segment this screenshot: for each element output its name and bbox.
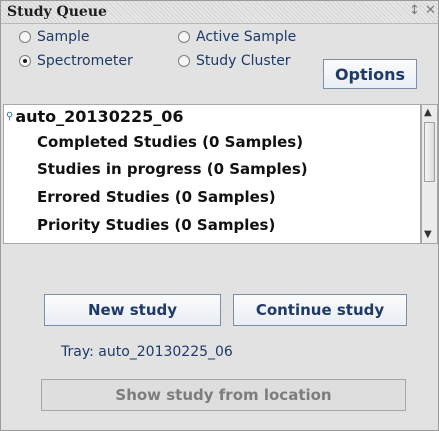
radio-active-sample-button[interactable] (178, 31, 190, 43)
close-icon[interactable]: ✕ (425, 3, 436, 18)
radio-spectrometer-label: Spectrometer (37, 53, 133, 69)
show-study-from-location-button[interactable]: Show study from location (41, 379, 406, 411)
radio-active-sample-label: Active Sample (196, 29, 297, 45)
tree-root[interactable]: ⚲ auto_20130225_06 (6, 107, 183, 126)
study-tree[interactable]: ⚲ auto_20130225_06 Completed Studies (0 … (3, 104, 421, 244)
tree-item-completed[interactable]: Completed Studies (0 Samples) (37, 133, 303, 151)
panel-titlebar: Study Queue ↕ ✕ (1, 1, 438, 24)
tree-item-priority[interactable]: Priority Studies (0 Samples) (37, 216, 275, 234)
scroll-thumb[interactable] (424, 122, 435, 182)
radio-sample-label: Sample (37, 29, 90, 45)
options-button[interactable]: Options (323, 59, 417, 89)
tree-scrollbar[interactable]: ▲ ▼ (421, 104, 438, 244)
continue-study-button[interactable]: Continue study (233, 294, 407, 326)
new-study-button[interactable]: New study (44, 294, 221, 326)
scroll-up-icon[interactable]: ▲ (424, 107, 432, 118)
radio-spectrometer[interactable]: Spectrometer (19, 53, 133, 69)
panel-title: Study Queue (7, 4, 107, 20)
tray-label: Tray: auto_20130225_06 (61, 344, 233, 360)
radio-sample-button[interactable] (19, 31, 31, 43)
scroll-down-icon[interactable]: ▼ (424, 229, 432, 240)
radio-active-sample[interactable]: Active Sample (178, 29, 296, 45)
study-queue-panel: Study Queue ↕ ✕ Sample Active Sample Spe… (0, 0, 439, 431)
radio-spectrometer-button[interactable] (19, 55, 31, 67)
radio-sample[interactable]: Sample (19, 29, 90, 45)
radio-study-cluster-button[interactable] (178, 55, 190, 67)
tree-item-errored[interactable]: Errored Studies (0 Samples) (37, 188, 276, 206)
tree-item-in-progress[interactable]: Studies in progress (0 Samples) (37, 160, 308, 178)
tree-node-icon: ⚲ (6, 111, 14, 122)
radio-study-cluster-label: Study Cluster (196, 53, 291, 69)
tree-root-label: auto_20130225_06 (15, 107, 184, 126)
radio-study-cluster[interactable]: Study Cluster (178, 53, 291, 69)
pin-icon[interactable]: ↕ (409, 3, 420, 18)
